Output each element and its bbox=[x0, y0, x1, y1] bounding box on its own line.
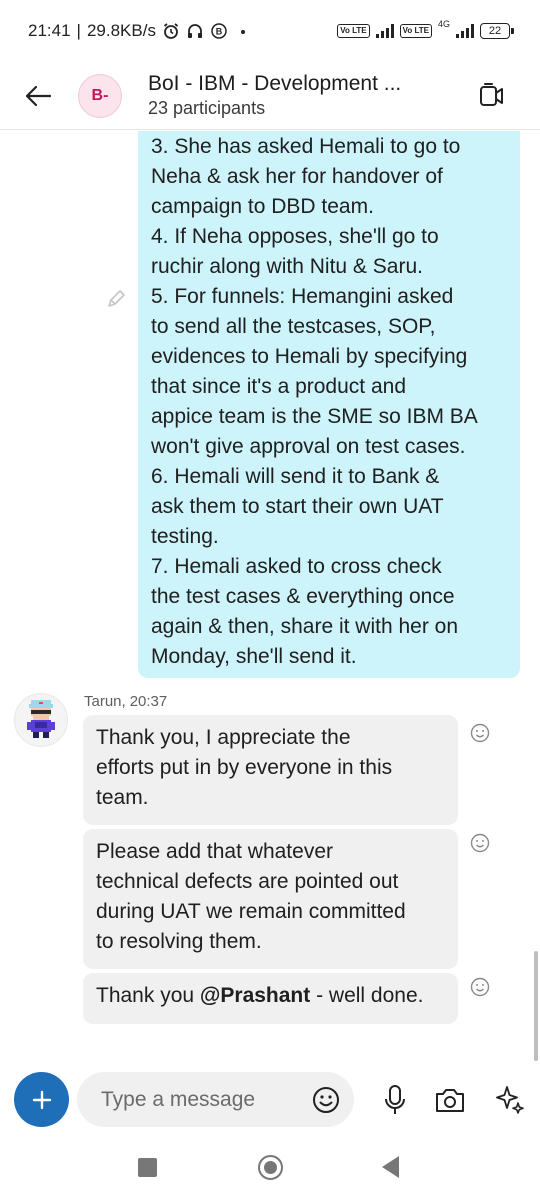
battery-icon: 22 bbox=[480, 23, 514, 39]
incoming-message-bubble-3[interactable]: Thank you @Prashant - well done. bbox=[83, 973, 458, 1024]
message-line: Monday, she'll send it. bbox=[151, 645, 357, 668]
sender-meta: Tarun, 20:37 bbox=[84, 693, 167, 710]
pixel-avatar-icon bbox=[27, 700, 55, 738]
status-bar: 21:41 | 29.8KB/s B Vo LTE Vo LTE 4G 22 bbox=[0, 0, 540, 62]
volte-badge-1: Vo LTE bbox=[337, 24, 370, 38]
sender-name: Tarun, bbox=[84, 693, 126, 710]
home-dot bbox=[264, 1161, 277, 1174]
recent-apps-button[interactable] bbox=[138, 1158, 157, 1177]
status-separator: | bbox=[76, 21, 81, 40]
message-line: to send all the testcases, SOP, bbox=[151, 315, 436, 338]
video-call-button[interactable] bbox=[472, 76, 512, 116]
message-line: the test cases & everything once bbox=[151, 585, 455, 608]
message-line: Thank you, I appreciate the bbox=[96, 726, 351, 749]
alarm-icon bbox=[162, 22, 180, 40]
mic-icon[interactable] bbox=[381, 1084, 409, 1116]
message-line: ask them to start their own UAT bbox=[151, 495, 444, 518]
scrollbar[interactable] bbox=[534, 951, 538, 1061]
message-list[interactable]: 3. She has asked Hemali to go to Neha & a… bbox=[0, 131, 540, 1061]
battery-level: 22 bbox=[488, 25, 502, 37]
camera-icon[interactable] bbox=[434, 1085, 466, 1115]
status-right: Vo LTE Vo LTE 4G 22 bbox=[337, 19, 514, 39]
message-line: 6. Hemali will send it to Bank & bbox=[151, 465, 440, 488]
smiley-icon[interactable] bbox=[469, 722, 491, 744]
outgoing-message-bubble[interactable]: 3. She has asked Hemali to go to Neha & a… bbox=[138, 131, 520, 678]
incoming-message-bubble-2[interactable]: Please add that whatever technical defec… bbox=[83, 829, 458, 969]
clock: 21:41 bbox=[28, 21, 71, 40]
smiley-icon[interactable] bbox=[469, 976, 491, 998]
emoji-icon[interactable] bbox=[311, 1085, 341, 1115]
chat-header: B- BoI - IBM - Development ... 23 partic… bbox=[0, 62, 540, 130]
message-line: 7. Hemali asked to cross check bbox=[151, 555, 442, 578]
network-speed: 29.8KB/s bbox=[86, 21, 156, 40]
message-line: Please add that whatever bbox=[96, 840, 333, 863]
signal-icon-2 bbox=[456, 24, 474, 38]
message-line: 4. If Neha opposes, she'll go to bbox=[151, 225, 439, 248]
add-attachment-button[interactable] bbox=[14, 1072, 69, 1127]
message-line: campaign to DBD team. bbox=[151, 195, 374, 218]
message-line: ruchir along with Nitu & Saru. bbox=[151, 255, 423, 278]
plus-icon bbox=[32, 1090, 51, 1109]
smiley-icon[interactable] bbox=[469, 832, 491, 854]
video-call-icon bbox=[480, 83, 503, 106]
message-text: Thank you bbox=[96, 984, 200, 1007]
message-line: again & then, share it with her on bbox=[151, 615, 459, 638]
arrow-left-icon bbox=[25, 85, 52, 106]
sparkle-icon[interactable] bbox=[495, 1083, 525, 1115]
dot-icon bbox=[234, 22, 252, 40]
message-line: team. bbox=[96, 786, 149, 809]
system-back-button[interactable] bbox=[382, 1156, 399, 1178]
group-avatar[interactable]: B- bbox=[78, 73, 122, 118]
pencil-icon bbox=[108, 290, 125, 307]
network-type: 4G bbox=[437, 19, 450, 29]
message-line: Thank you @Prashant - well done. bbox=[96, 981, 446, 1011]
message-line: 5. For funnels: Hemangini asked bbox=[151, 285, 454, 308]
message-line: that since it's a product and bbox=[151, 375, 406, 398]
volte-badge-2: Vo LTE bbox=[399, 24, 432, 38]
system-nav-bar bbox=[0, 1137, 540, 1200]
message-line: to resolving them. bbox=[96, 930, 262, 953]
message-time: 20:37 bbox=[129, 693, 168, 710]
message-line: won't give approval on test cases. bbox=[151, 435, 466, 458]
signal-icon-1 bbox=[375, 24, 394, 38]
message-line: appice team is the SME so IBM BA bbox=[151, 405, 478, 428]
composer bbox=[0, 1065, 540, 1137]
mention-link[interactable]: @Prashant bbox=[200, 984, 310, 1007]
chat-title-block[interactable]: BoI - IBM - Development ... 23 participa… bbox=[148, 72, 401, 119]
chat-title: BoI - IBM - Development ... bbox=[148, 72, 402, 95]
message-line: during UAT we remain committed bbox=[96, 900, 406, 923]
incoming-message-bubble-1[interactable]: Thank you, I appreciate the efforts put … bbox=[83, 715, 458, 825]
svg-text:B: B bbox=[216, 27, 223, 37]
home-button[interactable] bbox=[258, 1155, 283, 1180]
avatar-initials: B- bbox=[91, 86, 109, 104]
participant-count: 23 participants bbox=[148, 98, 266, 118]
message-line: Neha & ask her for handover of bbox=[151, 165, 443, 188]
status-left: 21:41 | 29.8KB/s B bbox=[28, 21, 252, 41]
message-line: testing. bbox=[151, 525, 219, 548]
message-text: - well done. bbox=[310, 984, 424, 1007]
message-line: 3. She has asked Hemali to go to bbox=[151, 135, 461, 158]
back-button[interactable] bbox=[10, 68, 66, 124]
sender-avatar[interactable] bbox=[14, 693, 68, 747]
headset-icon bbox=[186, 22, 204, 40]
message-line: efforts put in by everyone in this bbox=[96, 756, 393, 779]
message-line: technical defects are pointed out bbox=[96, 870, 399, 893]
b-circle-icon: B bbox=[210, 22, 228, 40]
message-line: evidences to Hemali by specifying bbox=[151, 345, 468, 368]
